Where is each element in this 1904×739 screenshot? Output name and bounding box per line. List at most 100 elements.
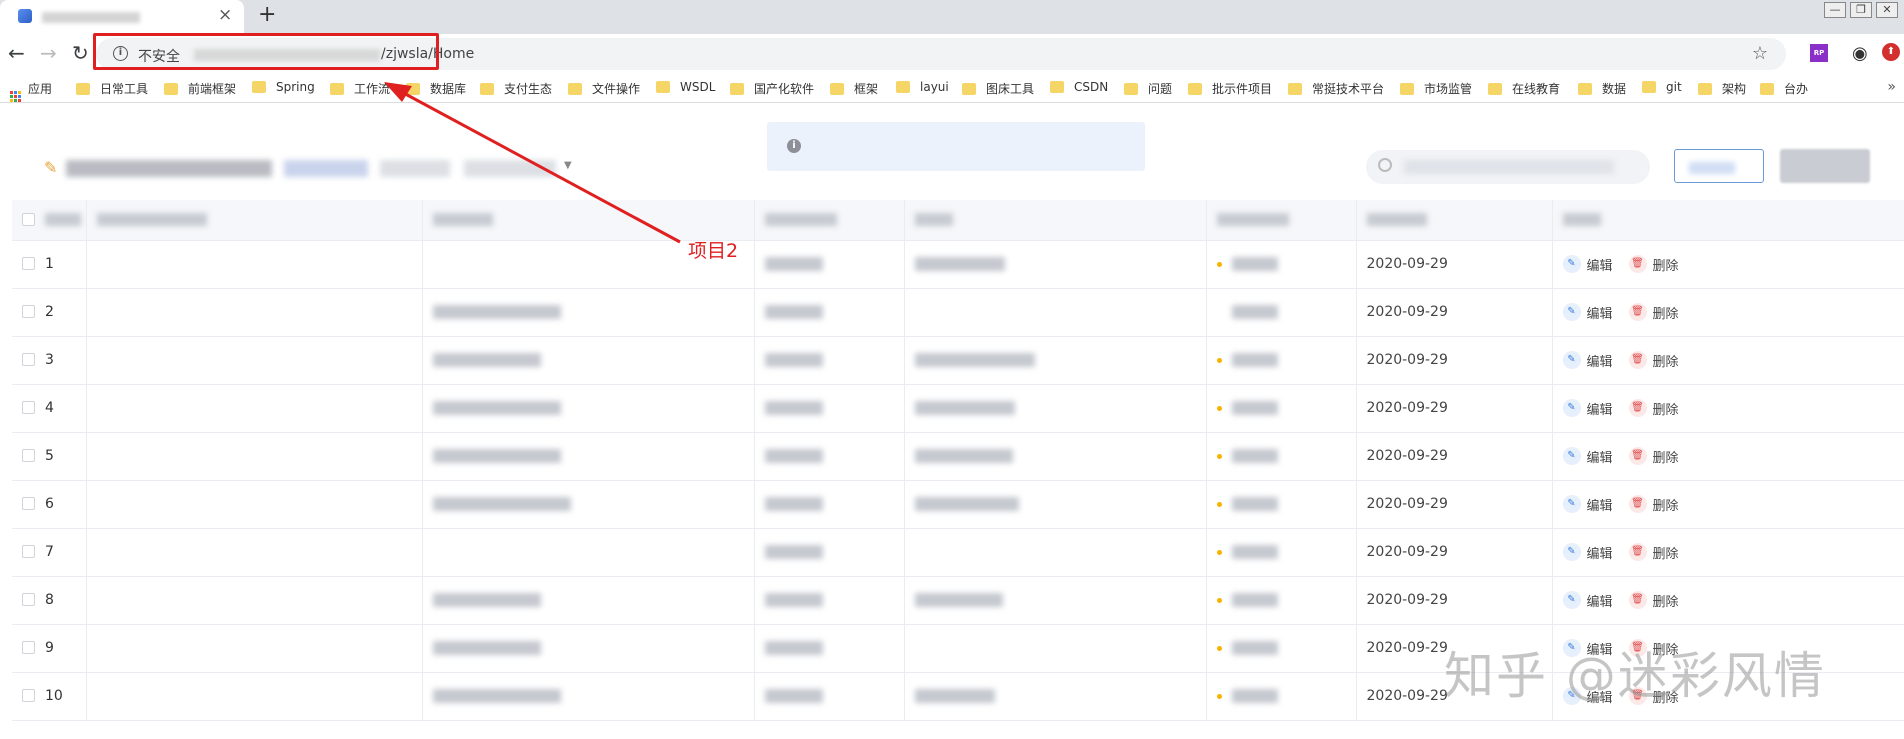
bookmark-label: 批示件项目	[1212, 82, 1273, 96]
delete-button[interactable]: 🗑 删除	[1628, 303, 1679, 322]
edit-button[interactable]: ✎ 编辑	[1562, 399, 1613, 418]
button-label-redacted	[1689, 162, 1735, 174]
table-row[interactable]: 4 2020-09-29 ✎ 编辑 🗑 删除	[12, 384, 1904, 433]
edit-button[interactable]: ✎ 编辑	[1562, 543, 1613, 562]
edit-button[interactable]: ✎ 编辑	[1562, 591, 1613, 610]
row-checkbox[interactable]	[22, 449, 35, 462]
edit-button[interactable]: ✎ 编辑	[1562, 255, 1613, 274]
bookmark-folder[interactable]: 架构	[1698, 80, 1746, 97]
extension-red-icon[interactable]: ⬆	[1882, 43, 1900, 61]
table-row[interactable]: 2 2020-09-29 ✎ 编辑 🗑 删除	[12, 288, 1904, 337]
delete-button[interactable]: 🗑 删除	[1628, 399, 1679, 418]
bookmark-label: 国产化软件	[754, 82, 815, 96]
table-row[interactable]: 10 2020-09-29 ✎ 编辑 🗑 删除	[12, 672, 1904, 721]
edit-button[interactable]: ✎ 编辑	[1562, 351, 1613, 370]
row-checkbox[interactable]	[22, 401, 35, 414]
select-all-checkbox[interactable]	[22, 212, 35, 226]
table-row[interactable]: 6 2020-09-29 ✎ 编辑 🗑 删除	[12, 480, 1904, 529]
bookmark-folder[interactable]: 国产化软件	[730, 80, 814, 97]
cell-status	[1206, 576, 1357, 625]
new-tab-button[interactable]: +	[258, 2, 276, 27]
action-button[interactable]	[1780, 149, 1870, 183]
close-icon[interactable]: ×	[218, 5, 232, 25]
bookmark-folder[interactable]: 问题	[1124, 80, 1172, 97]
bookmark-star-icon[interactable]: ☆	[1752, 43, 1768, 64]
table-row[interactable]: 8 2020-09-29 ✎ 编辑 🗑 删除	[12, 576, 1904, 625]
row-checkbox[interactable]	[22, 353, 35, 366]
delete-label: 删除	[1652, 594, 1679, 610]
bookmark-folder[interactable]: 数据库	[406, 80, 466, 97]
back-icon[interactable]: ←	[8, 41, 25, 65]
bookmark-folder[interactable]: 框架	[830, 80, 878, 97]
table-row[interactable]: 9 2020-09-29 ✎ 编辑 🗑 删除	[12, 624, 1904, 673]
bookmark-folder[interactable]: 图床工具	[962, 80, 1034, 97]
bookmark-folder[interactable]: 日常工具	[76, 80, 148, 97]
date-cell: 2020-09-29	[1366, 256, 1448, 272]
edit-button[interactable]: ✎ 编辑	[1562, 495, 1613, 514]
delete-button[interactable]: 🗑 删除	[1628, 687, 1679, 706]
delete-button[interactable]: 🗑 删除	[1628, 447, 1679, 466]
bookmark-folder[interactable]: WSDL	[656, 80, 715, 94]
row-checkbox[interactable]	[22, 593, 35, 606]
extension-icon[interactable]: RP	[1810, 44, 1828, 62]
bookmark-folder[interactable]: 常挺技术平台	[1288, 80, 1384, 97]
filter-redacted[interactable]	[284, 160, 368, 177]
bookmark-folder[interactable]: git	[1642, 80, 1682, 94]
bookmark-label: 在线教育	[1512, 82, 1561, 96]
actions-cell: ✎ 编辑 🗑 删除	[1552, 480, 1904, 529]
edit-button[interactable]: ✎ 编辑	[1562, 639, 1613, 658]
edit-button[interactable]: ✎ 编辑	[1562, 687, 1613, 706]
pencil-icon: ✎	[1562, 591, 1581, 610]
bookmark-folder[interactable]: 台办	[1760, 80, 1808, 97]
browser-tab[interactable]: ×	[0, 0, 244, 34]
bookmarks-overflow-icon[interactable]: »	[1887, 79, 1896, 95]
delete-button[interactable]: 🗑 删除	[1628, 495, 1679, 514]
bookmark-folder[interactable]: 在线教育	[1488, 80, 1560, 97]
delete-button[interactable]: 🗑 删除	[1628, 591, 1679, 610]
bookmark-folder[interactable]: 文件操作	[568, 80, 640, 97]
delete-button[interactable]: 🗑 删除	[1628, 639, 1679, 658]
chevron-down-icon[interactable]: ▼	[564, 160, 572, 171]
row-checkbox[interactable]	[22, 497, 35, 510]
minimize-icon[interactable]: —	[1824, 2, 1846, 18]
bookmark-label: 常挺技术平台	[1312, 82, 1385, 96]
forward-icon[interactable]: →	[40, 41, 57, 65]
filter-redacted[interactable]	[380, 160, 450, 177]
search-input[interactable]	[1366, 150, 1650, 184]
close-window-icon[interactable]: ✕	[1876, 2, 1898, 18]
bookmark-folder[interactable]: 市场监管	[1400, 80, 1472, 97]
delete-button[interactable]: 🗑 删除	[1628, 543, 1679, 562]
row-number: 5	[45, 448, 54, 464]
filter-select-redacted[interactable]	[464, 160, 556, 177]
bookmark-folder[interactable]: 批示件项目	[1188, 80, 1272, 97]
edit-button[interactable]: ✎ 编辑	[1562, 303, 1613, 322]
bookmark-folder[interactable]: 工作流	[330, 80, 390, 97]
bookmark-folder[interactable]: 支付生态	[480, 80, 552, 97]
delete-button[interactable]: 🗑 删除	[1628, 351, 1679, 370]
row-checkbox[interactable]	[22, 305, 35, 318]
pencil-icon: ✎	[1562, 351, 1581, 370]
bookmark-folder[interactable]: 前端框架	[164, 80, 236, 97]
bookmark-folder[interactable]: 数据	[1578, 80, 1626, 97]
row-checkbox[interactable]	[22, 545, 35, 558]
delete-button[interactable]: 🗑 删除	[1628, 255, 1679, 274]
table-row[interactable]: 7 2020-09-29 ✎ 编辑 🗑 删除	[12, 528, 1904, 577]
edit-button[interactable]: ✎ 编辑	[1562, 447, 1613, 466]
table-row[interactable]: 3 2020-09-29 ✎ 编辑 🗑 删除	[12, 336, 1904, 385]
bookmark-folder[interactable]: layui	[896, 80, 949, 94]
reload-icon[interactable]: ↻	[72, 41, 89, 65]
bookmark-folder[interactable]: Spring	[252, 80, 315, 94]
folder-icon	[164, 83, 178, 95]
table-row[interactable]: 5 2020-09-29 ✎ 编辑 🗑 删除	[12, 432, 1904, 481]
bookmark-folder[interactable]: CSDN	[1050, 80, 1108, 94]
restore-icon[interactable]: ❐	[1850, 2, 1872, 18]
cell-redacted	[754, 240, 905, 289]
table-row[interactable]: 1 2020-09-29 ✎ 编辑 🗑 删除	[12, 240, 1904, 289]
profile-icon[interactable]: ◉	[1852, 43, 1868, 64]
row-checkbox[interactable]	[22, 257, 35, 270]
bookmark-apps[interactable]: 应用	[10, 80, 52, 102]
table-header	[12, 200, 1904, 241]
row-checkbox[interactable]	[22, 689, 35, 702]
query-button[interactable]	[1674, 149, 1764, 183]
row-checkbox[interactable]	[22, 641, 35, 654]
